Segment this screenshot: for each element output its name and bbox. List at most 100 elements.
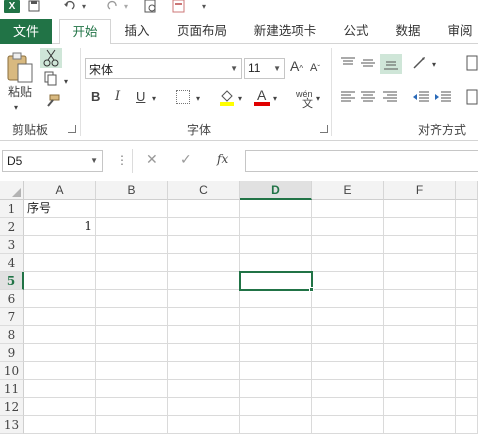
cell-d2[interactable] [240,218,312,236]
cell-d8[interactable] [240,326,312,344]
row-header-12[interactable]: 12 [0,398,24,416]
align-middle-icon[interactable] [360,56,376,70]
align-bottom-icon[interactable] [380,54,402,74]
column-header-b[interactable]: B [96,181,168,200]
cell-e7[interactable] [312,308,384,326]
paste-dropdown-icon[interactable]: ▾ [14,100,18,116]
cell-e10[interactable] [312,362,384,380]
cell-f13[interactable] [384,416,456,434]
cell-f8[interactable] [384,326,456,344]
cell-f3[interactable] [384,236,456,254]
cell-e11[interactable] [312,380,384,398]
column-header-d[interactable]: D [240,181,312,200]
cell-c5[interactable] [168,272,240,290]
undo-icon[interactable] [62,0,80,13]
cell-e13[interactable] [312,416,384,434]
cell-c2[interactable] [168,218,240,236]
underline-button[interactable]: U [136,89,145,105]
cell-a8[interactable] [24,326,96,344]
cell-f5[interactable] [384,272,456,290]
cell-c11[interactable] [168,380,240,398]
cell-c1[interactable] [168,200,240,218]
cell-d7[interactable] [240,308,312,326]
cell-a13[interactable] [24,416,96,434]
cell-overflow[interactable] [456,326,478,344]
more-options-icon[interactable]: ⋮ [116,153,128,167]
cell-e12[interactable] [312,398,384,416]
cell-e3[interactable] [312,236,384,254]
cell-overflow[interactable] [456,200,478,218]
select-all-button[interactable] [0,181,24,200]
row-header-10[interactable]: 10 [0,362,24,380]
cell-d11[interactable] [240,380,312,398]
column-header-a[interactable]: A [24,181,96,200]
cell-b10[interactable] [96,362,168,380]
redo-dropdown-icon[interactable]: ▾ [122,0,130,13]
cell-d6[interactable] [240,290,312,308]
undo-dropdown-icon[interactable]: ▾ [80,0,88,13]
font-color-dropdown-icon[interactable]: ▾ [273,91,277,107]
format-painter-brush-icon[interactable] [44,94,60,108]
border-dropdown-icon[interactable]: ▾ [196,91,200,107]
cell-a3[interactable] [24,236,96,254]
cell-b8[interactable] [96,326,168,344]
tab-review[interactable]: 审阅 [440,19,478,45]
tab-formulas[interactable]: 公式 [336,19,376,45]
fill-color-icon[interactable] [219,88,235,106]
cell-c6[interactable] [168,290,240,308]
cell-f2[interactable] [384,218,456,236]
column-header-e[interactable]: E [312,181,384,200]
cell-b5[interactable] [96,272,168,290]
grow-font-button[interactable]: A^ [290,58,303,77]
cell-b13[interactable] [96,416,168,434]
column-header-f[interactable]: F [384,181,456,200]
fill-color-dropdown-icon[interactable]: ▾ [238,91,242,107]
row-header-5[interactable]: 5 [0,272,24,290]
cell-overflow[interactable] [456,380,478,398]
cell-d10[interactable] [240,362,312,380]
cell-e9[interactable] [312,344,384,362]
cell-overflow[interactable] [456,254,478,272]
insert-function-button[interactable]: fx [217,152,228,166]
font-size-select[interactable]: 11 ▼ [244,58,285,79]
align-center-icon[interactable] [360,90,376,104]
cell-b3[interactable] [96,236,168,254]
bold-button[interactable]: B [91,89,100,105]
align-top-icon[interactable] [340,56,356,70]
cell-f6[interactable] [384,290,456,308]
cell-c10[interactable] [168,362,240,380]
font-color-button[interactable]: A [254,86,270,106]
cell-b9[interactable] [96,344,168,362]
row-header-6[interactable]: 6 [0,290,24,308]
enter-icon[interactable]: ✓ [180,151,192,168]
shrink-font-button[interactable]: Aˇ [310,60,320,77]
wrap-text-icon[interactable] [466,54,478,72]
tab-insert[interactable]: 插入 [117,19,157,45]
font-name-select[interactable]: 宋体 ▼ [85,58,242,79]
orientation-dropdown-icon[interactable]: ▾ [432,57,436,73]
cell-f11[interactable] [384,380,456,398]
increase-indent-icon[interactable] [434,90,452,104]
border-icon[interactable] [176,90,190,104]
merge-center-icon[interactable] [466,88,478,106]
customize-dropdown-icon[interactable]: ▾ [200,0,208,13]
cell-e1[interactable] [312,200,384,218]
cell-c13[interactable] [168,416,240,434]
cell-a2[interactable]: 1 [24,218,96,236]
align-right-icon[interactable] [382,90,398,104]
underline-dropdown-icon[interactable]: ▾ [152,91,156,107]
cell-overflow[interactable] [456,416,478,434]
cell-b11[interactable] [96,380,168,398]
cancel-icon[interactable]: ✕ [146,151,158,168]
cell-d4[interactable] [240,254,312,272]
cell-e4[interactable] [312,254,384,272]
copy-dropdown-icon[interactable]: ▾ [64,74,68,90]
cell-overflow[interactable] [456,308,478,326]
column-header-c[interactable]: C [168,181,240,200]
formula-input[interactable] [245,150,478,172]
cell-b7[interactable] [96,308,168,326]
row-header-11[interactable]: 11 [0,380,24,398]
tab-page-layout[interactable]: 页面布局 [170,19,234,45]
row-header-4[interactable]: 4 [0,254,24,272]
cell-a1[interactable]: 序号 [24,200,96,218]
